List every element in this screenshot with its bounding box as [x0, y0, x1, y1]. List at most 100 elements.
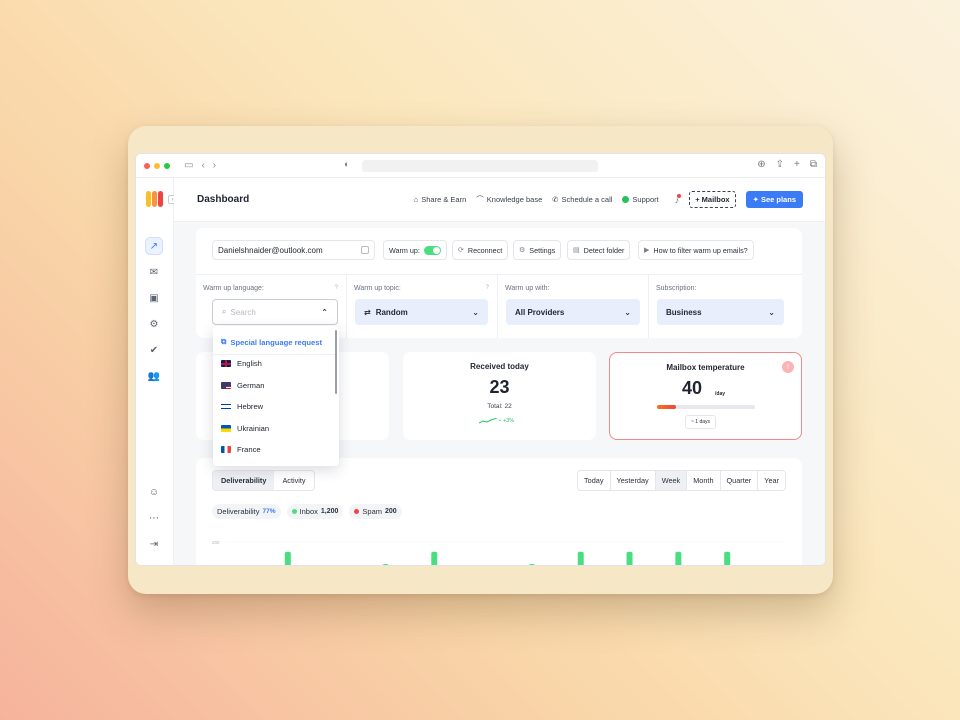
- video-icon: ▶: [644, 247, 650, 254]
- subscription-select[interactable]: Business ⌄: [657, 299, 784, 325]
- sidebar-toggle-icon[interactable]: ▭: [184, 160, 193, 171]
- chart-legend: Deliverability 77% Inbox 1,200 Spam 200: [212, 504, 402, 519]
- reconnect-button[interactable]: ⟳ Reconnect: [452, 240, 509, 260]
- inbox-bar[interactable]: [724, 551, 731, 565]
- topbar: Dashboard ⌂ Share & Earn ⌒ Knowledge base …: [174, 178, 825, 222]
- spam-dot-icon: [354, 509, 360, 514]
- france-flag-icon: [221, 446, 231, 453]
- search-icon: ⌕: [222, 307, 227, 316]
- language-option-german[interactable]: German: [221, 381, 264, 390]
- inbox-bar[interactable]: [529, 564, 535, 565]
- more-nav-icon[interactable]: ⋯: [145, 509, 163, 527]
- info-icon[interactable]: !: [782, 361, 794, 373]
- topic-select[interactable]: ⇄ Random ⌄: [355, 299, 488, 325]
- received-count: 23: [489, 377, 510, 397]
- minimize-window-dot[interactable]: [154, 162, 160, 169]
- app-logo: [146, 191, 163, 207]
- emails-nav-icon[interactable]: ✉: [145, 263, 163, 281]
- browser-chrome: ▭ ‹ › ◐ ⊕ ⇪ + ⧉: [136, 154, 825, 178]
- inbox-bar[interactable]: [626, 551, 633, 565]
- warmup-toggle[interactable]: Warm up:: [383, 240, 447, 260]
- main-content: Dashboard ⌂ Share & Earn ⌒ Knowledge base …: [174, 178, 825, 565]
- ukraine-flag-icon: [221, 425, 231, 432]
- range-quarter[interactable]: Quarter: [719, 471, 758, 490]
- special-language-request-link[interactable]: ⧉ Special language request: [221, 337, 322, 347]
- range-year[interactable]: Year: [757, 471, 785, 490]
- dashboard-nav-icon[interactable]: ↗: [145, 237, 163, 255]
- folder-icon: ▤: [573, 247, 580, 254]
- range-yesterday[interactable]: Yesterday: [609, 471, 655, 490]
- close-window-dot[interactable]: [144, 162, 150, 169]
- toggle-switch[interactable]: [423, 245, 441, 255]
- israel-flag-icon: [221, 403, 231, 410]
- inbox-badge: Inbox 1,200: [286, 504, 344, 519]
- deliverability-badge: Deliverability 77%: [212, 504, 281, 519]
- trend-indicator: • +3%: [479, 418, 514, 424]
- temperature-bar: [657, 405, 755, 409]
- support-link[interactable]: Support: [622, 195, 659, 204]
- divider: [213, 354, 335, 355]
- schedule-call-link[interactable]: ✆ Schedule a call: [552, 195, 612, 204]
- range-selector: Today Yesterday Week Month Quarter Year: [577, 470, 786, 491]
- help-icon[interactable]: ?: [335, 285, 338, 291]
- temperature-fill: [657, 405, 676, 409]
- whatsapp-icon: [622, 196, 630, 203]
- language-option-hebrew[interactable]: Hebrew: [221, 402, 263, 411]
- users-nav-icon[interactable]: 👥: [145, 367, 163, 385]
- provider-filter: Warm up with: All Providers ⌄: [498, 275, 649, 338]
- forward-icon[interactable]: ›: [213, 160, 216, 171]
- chart-tabs: Deliverability Activity: [212, 470, 315, 491]
- window-controls[interactable]: [144, 162, 170, 169]
- logout-icon[interactable]: ⇥: [145, 535, 163, 553]
- back-icon[interactable]: ‹: [201, 160, 204, 171]
- tab-deliverability[interactable]: Deliverability: [213, 471, 275, 490]
- topic-filter: Warm up topic: ? ⇄ Random ⌄: [347, 275, 498, 338]
- detect-folder-button[interactable]: ▤ Detect folder: [567, 240, 631, 260]
- tab-activity[interactable]: Activity: [274, 471, 313, 490]
- check-mail-nav-icon[interactable]: ✔: [145, 341, 163, 359]
- provider-select[interactable]: All Providers ⌄: [506, 299, 640, 325]
- inbox-bar[interactable]: [431, 551, 438, 565]
- inbox-dot-icon: [291, 509, 297, 514]
- language-search-input[interactable]: ⌕ Search ⌃: [212, 299, 338, 325]
- range-week[interactable]: Week: [654, 471, 687, 490]
- privacy-shield-icon[interactable]: ◐: [344, 159, 349, 169]
- add-mailbox-button[interactable]: + Mailbox: [689, 191, 736, 208]
- maximize-window-dot[interactable]: [164, 162, 170, 169]
- sidebar: › ↗ ✉ ▣ ⚙ ✔ 👥 ☺ ⋯ ⇥: [136, 178, 177, 565]
- received-today-card: Received today 23 Total: 22 • +3%: [403, 352, 596, 440]
- temperature-value: 40: [682, 378, 703, 398]
- language-option-english[interactable]: English: [221, 359, 262, 368]
- notifications-icon[interactable]: ♪: [675, 193, 682, 205]
- see-plans-button[interactable]: ✦ See plans: [745, 191, 803, 208]
- new-tab-icon[interactable]: +: [794, 159, 800, 170]
- range-month[interactable]: Month: [686, 471, 719, 490]
- inbox-bar[interactable]: [577, 551, 584, 565]
- trend-line-icon: [479, 418, 497, 424]
- days-badge: ~ 1 days: [685, 415, 717, 429]
- language-option-france[interactable]: France: [221, 445, 261, 454]
- share-earn-link[interactable]: ⌂ Share & Earn: [414, 195, 467, 204]
- address-bar[interactable]: [362, 160, 598, 172]
- knowledge-base-link[interactable]: ⌒ Knowledge base: [476, 194, 542, 205]
- chat-nav-icon[interactable]: ▣: [145, 289, 163, 307]
- profile-nav-icon[interactable]: ☺: [145, 483, 163, 501]
- range-today[interactable]: Today: [578, 471, 609, 490]
- filter-help-button[interactable]: ▶ How to filter warm up emails?: [638, 240, 754, 260]
- language-dropdown: ⧉ Special language request English German…: [213, 326, 339, 466]
- dropdown-scrollbar[interactable]: [335, 330, 337, 394]
- chevron-up-icon: ⌃: [321, 307, 328, 317]
- language-option-ukrainian[interactable]: Ukrainian: [221, 424, 269, 433]
- uk-flag-icon: [221, 360, 231, 367]
- inbox-bar[interactable]: [675, 551, 682, 565]
- download-icon[interactable]: ⊕: [757, 159, 765, 170]
- settings-mail-nav-icon[interactable]: ⚙: [145, 315, 163, 333]
- graduation-cap-icon: ⌒: [476, 195, 484, 204]
- settings-button[interactable]: ⚙ Settings: [513, 240, 562, 260]
- tabs-overview-icon[interactable]: ⧉: [810, 159, 817, 170]
- inbox-bar[interactable]: [382, 564, 389, 565]
- inbox-bar[interactable]: [284, 551, 291, 565]
- share-icon[interactable]: ⇪: [776, 159, 784, 170]
- help-icon[interactable]: ?: [486, 285, 489, 291]
- copy-icon[interactable]: [361, 246, 369, 254]
